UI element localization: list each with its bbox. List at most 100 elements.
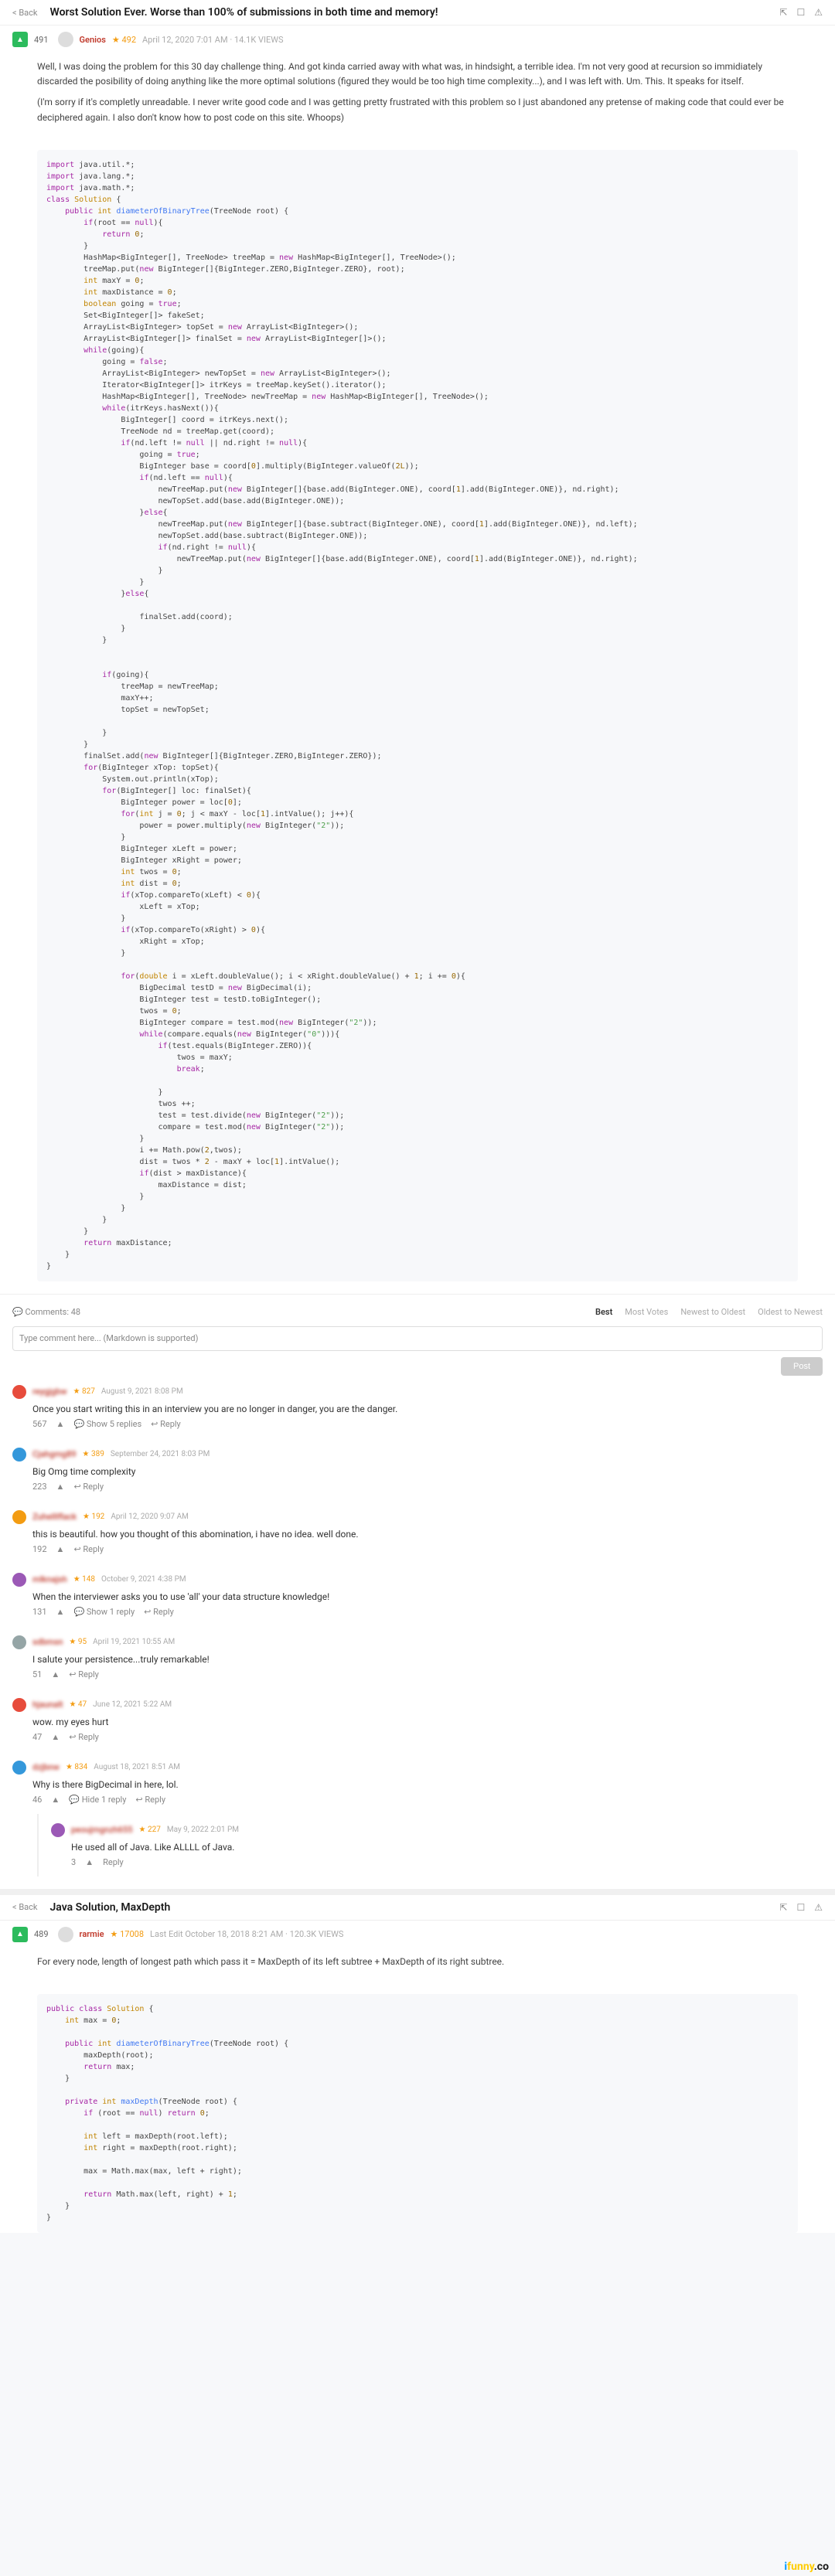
upvote-button[interactable]: ▲ <box>12 1927 28 1942</box>
back-link[interactable]: < Back <box>12 1902 38 1912</box>
post-body: For every node, length of longest path w… <box>0 1948 835 1988</box>
share-icon[interactable]: ⇱ <box>779 1902 787 1913</box>
upvote-button[interactable]: ▲ <box>12 32 28 47</box>
avatar[interactable] <box>51 1823 65 1837</box>
comment-reputation: ★ 148 <box>73 1575 95 1584</box>
comment-timestamp: June 12, 2021 5:22 AM <box>93 1700 172 1709</box>
comments-icon: 💬 <box>12 1307 23 1317</box>
comment-username[interactable]: peoujmgnzh655 <box>71 1825 133 1835</box>
comment-votes: 192 <box>32 1544 47 1554</box>
timestamp: April 12, 2020 7:01 AM · 14.1K VIEWS <box>142 35 284 45</box>
reply-button[interactable]: ↩ Reply <box>144 1607 174 1617</box>
share-icon[interactable]: ⇱ <box>779 7 787 18</box>
comment-votes: 3 <box>71 1857 76 1867</box>
vote-up-icon[interactable]: ▲ <box>51 1732 60 1742</box>
reply-button[interactable]: Reply <box>103 1857 124 1867</box>
timestamp: Last Edit October 18, 2018 8:21 AM · 120… <box>150 1929 343 1939</box>
vote-up-icon[interactable]: ▲ <box>56 1544 65 1554</box>
comment-text: wow. my eyes hurt <box>12 1717 823 1727</box>
avatar[interactable] <box>12 1385 26 1399</box>
comment-username[interactable]: hjaunalt <box>32 1700 63 1710</box>
comment-timestamp: August 9, 2021 8:08 PM <box>101 1387 183 1396</box>
comment-timestamp: October 9, 2021 4:38 PM <box>101 1575 186 1584</box>
comment-username[interactable]: sdbmsn <box>32 1637 63 1647</box>
comment-timestamp: September 24, 2021 8:03 PM <box>111 1450 210 1458</box>
comment-timestamp: April 12, 2020 9:07 AM <box>111 1513 189 1521</box>
comment-username[interactable]: Zuhelllflack <box>32 1512 77 1522</box>
reply-button[interactable]: ↩ Reply <box>151 1419 181 1429</box>
comment-votes: 47 <box>32 1732 42 1742</box>
vote-count: 489 <box>34 1929 49 1939</box>
comment-text: Why is there BigDecimal in here, lol. <box>12 1779 823 1790</box>
sort-newest[interactable]: Newest to Oldest <box>680 1307 745 1317</box>
flag-icon[interactable]: ⚠ <box>814 1902 823 1913</box>
vote-up-icon[interactable]: ▲ <box>85 1857 94 1867</box>
avatar[interactable] <box>12 1573 26 1587</box>
comment-username[interactable]: mlknajsh <box>32 1574 67 1584</box>
avatar[interactable] <box>12 1761 26 1775</box>
post-title: Java Solution, MaxDepth <box>50 1901 780 1914</box>
reply-button[interactable]: ↩ Reply <box>69 1732 99 1742</box>
post-button[interactable]: Post <box>781 1357 823 1376</box>
avatar[interactable] <box>12 1448 26 1462</box>
reply-button[interactable]: ↩ Reply <box>135 1795 165 1805</box>
comment-reputation: ★ 834 <box>66 1763 87 1771</box>
comment-reputation: ★ 389 <box>83 1450 104 1458</box>
avatar[interactable] <box>12 1698 26 1712</box>
comment-votes: 223 <box>32 1482 47 1492</box>
comment-text: I salute your persistence...truly remark… <box>12 1654 823 1665</box>
comment-username[interactable]: dzjbnw <box>32 1762 60 1772</box>
comment-reputation: ★ 827 <box>73 1387 95 1396</box>
vote-up-icon[interactable]: ▲ <box>51 1669 60 1679</box>
comment-text: this is beautiful. how you thought of th… <box>12 1529 823 1540</box>
comment-reputation: ★ 192 <box>83 1513 104 1521</box>
comment-text: When the interviewer asks you to use 'al… <box>12 1591 823 1602</box>
username[interactable]: rarmie <box>80 1929 104 1939</box>
bookmark-icon[interactable]: ☐ <box>796 1902 805 1913</box>
comment-timestamp: April 19, 2021 10:55 AM <box>93 1638 175 1646</box>
reputation: ★ 492 <box>112 35 136 45</box>
flag-icon[interactable]: ⚠ <box>814 7 823 18</box>
comment-votes: 51 <box>32 1669 42 1679</box>
username[interactable]: Genios <box>80 35 106 45</box>
comment-votes: 131 <box>32 1607 47 1617</box>
show-replies-button[interactable]: 💬 Hide 1 reply <box>69 1795 126 1805</box>
avatar[interactable] <box>12 1510 26 1524</box>
avatar[interactable] <box>12 1635 26 1649</box>
show-replies-button[interactable]: 💬 Show 1 reply <box>73 1607 135 1617</box>
post-title: Worst Solution Ever. Worse than 100% of … <box>50 6 780 19</box>
bookmark-icon[interactable]: ☐ <box>796 7 805 18</box>
comment-username[interactable]: Cjahgmg89 <box>32 1449 77 1459</box>
comment-text: Once you start writing this in an interv… <box>12 1404 823 1414</box>
reply-button[interactable]: ↩ Reply <box>69 1669 99 1679</box>
code-block: import java.util.*; import java.lang.*; … <box>37 150 798 1281</box>
reply-button[interactable]: ↩ Reply <box>73 1482 104 1492</box>
avatar[interactable] <box>58 1927 73 1942</box>
vote-up-icon[interactable]: ▲ <box>51 1795 60 1805</box>
watermark: ifunny.co <box>784 2561 829 2573</box>
vote-up-icon[interactable]: ▲ <box>56 1419 65 1429</box>
comment-username[interactable]: reygjgbw <box>32 1387 67 1397</box>
reputation: ★ 17008 <box>111 1929 145 1939</box>
show-replies-button[interactable]: 💬 Show 5 replies <box>73 1419 141 1429</box>
comment-reputation: ★ 95 <box>69 1638 87 1646</box>
post-body: Well, I was doing the problem for this 3… <box>0 53 835 144</box>
comments-count: Comments: 48 <box>25 1307 583 1317</box>
comment-text: He used all of Java. Like ALLLL of Java. <box>51 1842 823 1853</box>
avatar[interactable] <box>58 32 73 47</box>
vote-up-icon[interactable]: ▲ <box>56 1482 65 1492</box>
back-link[interactable]: < Back <box>12 8 38 18</box>
comment-votes: 567 <box>32 1419 47 1429</box>
sort-oldest[interactable]: Oldest to Newest <box>758 1307 823 1317</box>
comment-votes: 46 <box>32 1795 42 1805</box>
vote-count: 491 <box>34 35 49 45</box>
code-block: public class Solution { int max = 0; pub… <box>37 1994 798 2233</box>
comment-timestamp: August 18, 2021 8:51 AM <box>94 1763 180 1771</box>
reply-button[interactable]: ↩ Reply <box>73 1544 104 1554</box>
comment-input[interactable]: Type comment here... (Markdown is suppor… <box>12 1326 823 1351</box>
sort-most-votes[interactable]: Most Votes <box>625 1307 668 1317</box>
comment-reputation: ★ 47 <box>69 1700 87 1709</box>
comment-text: Big Omg time complexity <box>12 1466 823 1477</box>
vote-up-icon[interactable]: ▲ <box>56 1607 65 1617</box>
sort-best[interactable]: Best <box>595 1307 612 1317</box>
